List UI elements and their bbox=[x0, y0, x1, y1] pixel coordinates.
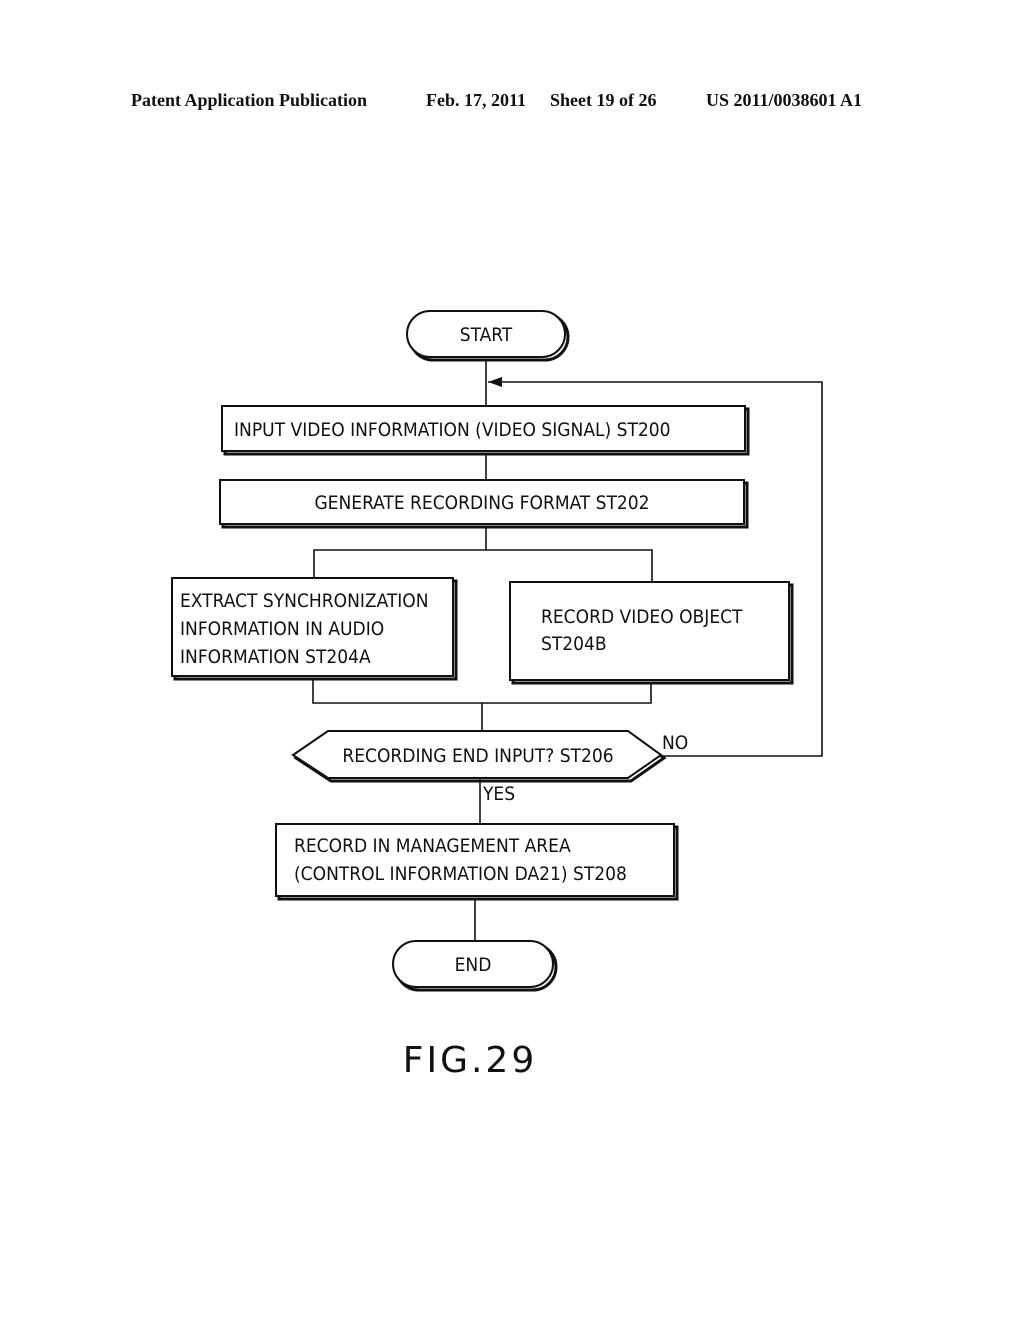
yes-label: YES bbox=[482, 783, 515, 805]
step-st204b: RECORD VIDEO OBJECT ST204B bbox=[509, 581, 794, 685]
st204b-line-1: RECORD VIDEO OBJECT bbox=[541, 606, 743, 628]
step-st208: RECORD IN MANAGEMENT AREA (CONTROL INFOR… bbox=[275, 823, 679, 901]
st204a-line-1: EXTRACT SYNCHRONIZATION bbox=[180, 590, 429, 612]
st200-label: INPUT VIDEO INFORMATION (VIDEO SIGNAL) S… bbox=[234, 419, 671, 441]
start-terminal: START bbox=[406, 310, 570, 362]
step-st202: GENERATE RECORDING FORMAT ST202 bbox=[219, 479, 749, 529]
flowchart: START INPUT VIDEO INFORMATION (VIDEO SIG… bbox=[171, 310, 823, 1081]
st206-label: RECORDING END INPUT? ST206 bbox=[342, 745, 613, 767]
start-label: START bbox=[460, 324, 513, 346]
st204a-line-3: INFORMATION ST204A bbox=[180, 646, 371, 668]
end-label: END bbox=[455, 954, 492, 976]
step-st200: INPUT VIDEO INFORMATION (VIDEO SIGNAL) S… bbox=[221, 405, 750, 456]
st208-line-1: RECORD IN MANAGEMENT AREA bbox=[294, 835, 571, 857]
st204a-line-2: INFORMATION IN AUDIO bbox=[180, 618, 384, 640]
st208-line-2: (CONTROL INFORMATION DA21) ST208 bbox=[294, 863, 627, 885]
step-st204a: EXTRACT SYNCHRONIZATION INFORMATION IN A… bbox=[171, 577, 458, 681]
decision-st206: RECORDING END INPUT? ST206 bbox=[291, 730, 667, 783]
loop-arrowhead-icon bbox=[488, 377, 502, 387]
figure-label: FIG.29 bbox=[403, 1040, 537, 1081]
no-label: NO bbox=[662, 732, 688, 754]
end-terminal: END bbox=[392, 940, 558, 992]
st204b-line-2: ST204B bbox=[541, 633, 607, 655]
st202-label: GENERATE RECORDING FORMAT ST202 bbox=[314, 492, 649, 514]
